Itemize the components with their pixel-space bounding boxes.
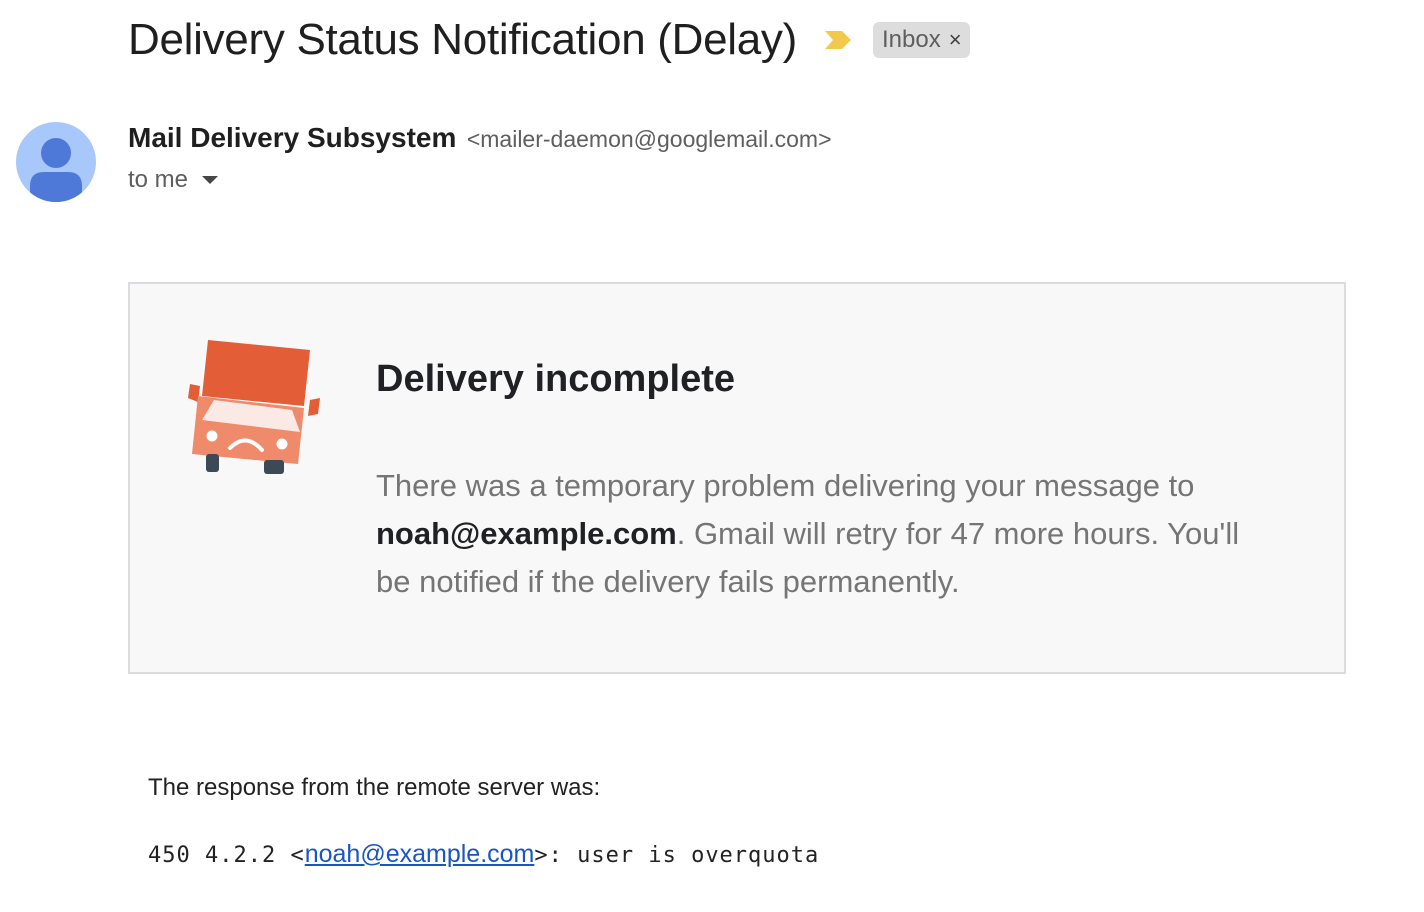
remove-label-icon[interactable]: × xyxy=(949,29,962,51)
sad-truck-icon xyxy=(188,340,320,474)
response-label: The response from the remote server was: xyxy=(148,774,601,801)
sender-row: Mail Delivery Subsystem <mailer-daemon@g… xyxy=(128,122,832,154)
delivery-status-card: Delivery incomplete There was a temporar… xyxy=(128,282,1346,674)
card-message-prefix: There was a temporary problem delivering… xyxy=(376,468,1195,503)
inbox-label-chip[interactable]: Inbox × xyxy=(873,22,970,58)
sender-email: <mailer-daemon@googlemail.com> xyxy=(466,126,832,152)
sender-name[interactable]: Mail Delivery Subsystem xyxy=(128,122,456,153)
recipient-email-link[interactable]: noah@example.com xyxy=(305,840,535,868)
response-code: 450 4.2.2 <noah@example.com>: user is ov… xyxy=(148,840,819,869)
card-title: Delivery incomplete xyxy=(376,358,736,400)
card-message: There was a temporary problem delivering… xyxy=(376,462,1276,606)
sender-avatar[interactable] xyxy=(16,122,96,202)
subject-row: Delivery Status Notification (Delay) Inb… xyxy=(128,10,970,70)
chevron-down-icon[interactable] xyxy=(202,176,219,184)
recipient-label: to me xyxy=(128,166,189,193)
recipient-details-toggle[interactable]: to me xyxy=(128,166,219,194)
person-icon xyxy=(30,138,82,202)
response-code-prefix: 450 4.2.2 < xyxy=(148,843,305,868)
email-subject: Delivery Status Notification (Delay) xyxy=(128,15,797,64)
inbox-label-text: Inbox xyxy=(882,26,941,53)
card-recipient-email: noah@example.com xyxy=(376,516,677,551)
response-code-suffix: >: user is overquota xyxy=(534,843,820,868)
importance-marker-icon[interactable] xyxy=(823,29,853,51)
